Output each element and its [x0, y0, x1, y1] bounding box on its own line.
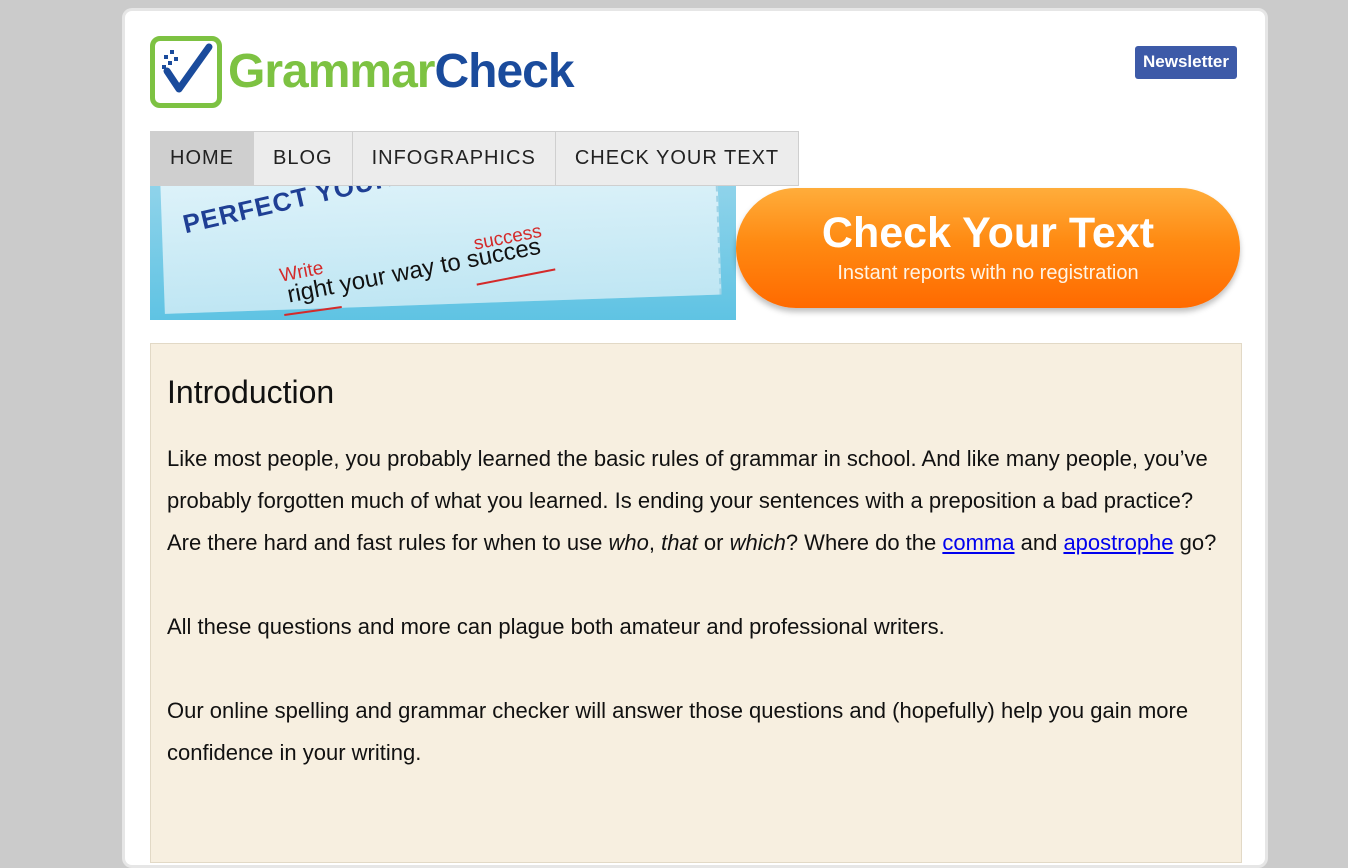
site-logo[interactable]: GrammarCheck	[150, 36, 575, 108]
text: or	[697, 530, 730, 555]
page-container: GrammarCheck Newsletter HOME BLOG INFOGR…	[122, 8, 1268, 868]
logo-text-grammar: Grammar	[228, 45, 435, 98]
text: ,	[648, 530, 662, 555]
text-that: that	[661, 530, 698, 555]
nav-item-blog[interactable]: BLOG	[254, 132, 353, 185]
logo-text-check: Check	[434, 45, 574, 98]
intro-paragraph-1: Like most people, you probably learned t…	[167, 438, 1225, 564]
intro-heading: Introduction	[167, 374, 335, 410]
perfect-your-writing-banner[interactable]: PERFECT YOUR WRITING! Write success righ…	[150, 186, 736, 320]
text-which: which	[729, 530, 786, 555]
newsletter-button[interactable]: Newsletter	[1135, 46, 1237, 79]
intro-paragraph-3: Our online spelling and grammar checker …	[167, 698, 1189, 765]
nav-item-home[interactable]: HOME	[151, 132, 254, 185]
cta-title: Check Your Text	[821, 209, 1155, 257]
hero-banner: PERFECT YOUR WRITING! Write success righ…	[150, 186, 1242, 320]
intro-section: Introduction Like most people, you proba…	[150, 343, 1242, 863]
checkmark-logo-icon	[150, 36, 222, 108]
intro-paragraph-2: All these questions and more can plague …	[167, 614, 945, 639]
check-your-text-button[interactable]: Check Your Text Instant reports with no …	[736, 188, 1240, 308]
text: and	[1014, 530, 1064, 555]
comma-link[interactable]: comma	[942, 530, 1014, 555]
apostrophe-link[interactable]: apostrophe	[1063, 530, 1173, 555]
text: go?	[1173, 530, 1217, 555]
text: ? Where do the	[785, 530, 943, 555]
cta-subtitle: Instant reports with no registration	[837, 262, 1139, 284]
logo-wordmark: GrammarCheck	[228, 45, 575, 98]
text-who: who	[608, 530, 649, 555]
nav-item-check-your-text[interactable]: CHECK YOUR TEXT	[556, 132, 798, 185]
main-nav: HOME BLOG INFOGRAPHICS CHECK YOUR TEXT	[150, 131, 800, 186]
nav-item-infographics[interactable]: INFOGRAPHICS	[353, 132, 556, 185]
